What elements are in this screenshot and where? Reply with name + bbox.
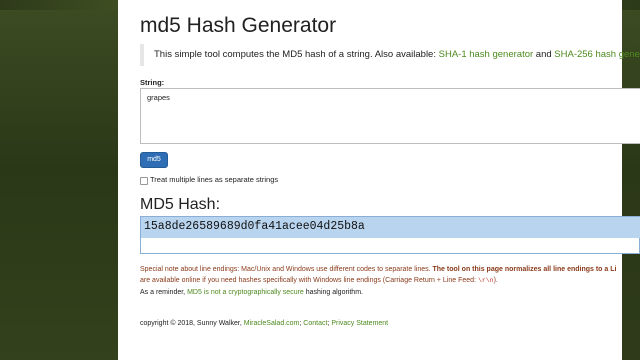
note-line-1: Special note about line endings: Mac/Uni… — [140, 264, 640, 275]
md5-submit-button[interactable]: md5 — [140, 152, 168, 168]
reminder-text-end: hashing algorithm. — [305, 289, 363, 296]
multiline-checkbox[interactable] — [140, 177, 148, 185]
line-endings-note: Special note about line endings: Mac/Uni… — [140, 264, 640, 286]
sha1-generator-link[interactable]: SHA-1 hash generator — [439, 49, 534, 60]
string-input[interactable]: grapes — [140, 88, 640, 144]
string-label: String: — [140, 78, 165, 87]
watermark-logo: Code Fantasy — [532, 298, 592, 324]
hash-output-value: 15a8de26589689d0fa41acee04d25b8a — [144, 220, 365, 233]
note-line-1-bold: The tool on this page normalizes all lin… — [432, 266, 617, 273]
footer: copyright © 2018, Sunny Walker, MiracleS… — [140, 320, 388, 327]
intro-text: This simple tool computes the MD5 hash o… — [154, 49, 436, 60]
footer-separator: ; — [299, 320, 302, 327]
sha256-generator-link[interactable]: SHA-256 hash generator — [554, 49, 640, 60]
md5-security-reminder: As a reminder, MD5 is not a cryptographi… — [140, 289, 363, 296]
background-foliage-left — [0, 10, 118, 360]
hash-output-field[interactable]: 15a8de26589689d0fa41acee04d25b8a — [140, 216, 640, 254]
note-line-2-end: ). — [493, 277, 498, 284]
privacy-statement-link[interactable]: Privacy Statement — [331, 320, 388, 327]
watermark-line-2: Fantasy — [536, 310, 588, 325]
note-line-2-text: are available online if you need hashes … — [140, 277, 476, 284]
md5-insecure-link[interactable]: MD5 is not a cryptographically secure — [187, 289, 304, 296]
copyright-text: copyright © 2018, Sunny Walker, — [140, 320, 242, 327]
note-line-2: are available online if you need hashes … — [140, 275, 640, 286]
reminder-text-start: As a reminder, — [140, 289, 186, 296]
miraclesalad-link[interactable]: MiracleSalad.com — [244, 320, 300, 327]
intro-callout: This simple tool computes the MD5 hash o… — [140, 44, 640, 66]
page-title: md5 Hash Generator — [140, 14, 337, 37]
footer-separator: ; — [327, 320, 330, 327]
note-line-1-text: Special note about line endings: Mac/Uni… — [140, 266, 431, 273]
multiline-checkbox-label: Treat multiple lines as separate strings — [150, 175, 279, 184]
crlf-code: \r\n — [477, 277, 494, 284]
contact-link[interactable]: Contact — [303, 320, 327, 327]
intro-and-text: and — [535, 49, 552, 60]
md5-hash-heading: MD5 Hash: — [140, 196, 221, 213]
